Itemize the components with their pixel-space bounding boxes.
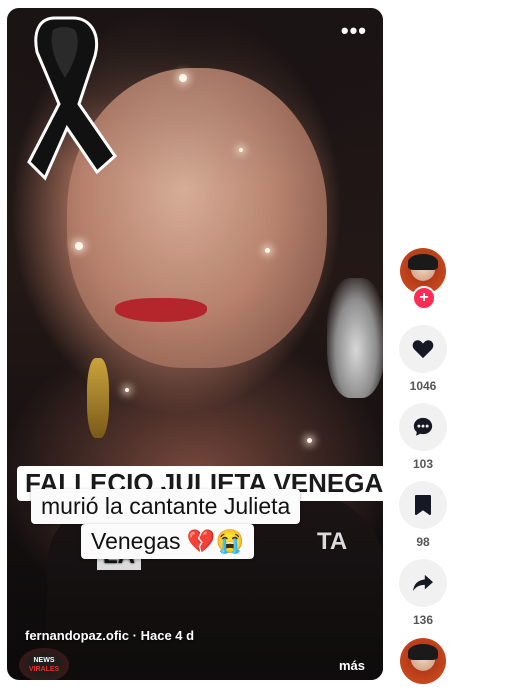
more-options-icon[interactable]: ••• bbox=[341, 20, 367, 42]
video-player[interactable]: ••• FALLECIO JULIETA VENEGAS LA TA murió… bbox=[7, 8, 383, 680]
author-name[interactable]: fernandopaz.ofic bbox=[25, 628, 129, 643]
news-virales-logo: NEWS VIRALES bbox=[19, 648, 69, 680]
logo-line-1: NEWS bbox=[33, 657, 55, 664]
bookmark-icon bbox=[415, 495, 431, 515]
sparkle bbox=[179, 74, 187, 82]
post-time: Hace 4 d bbox=[140, 628, 195, 643]
share-button[interactable] bbox=[399, 559, 447, 607]
caption-line-1: murió la cantante Julieta bbox=[31, 489, 301, 524]
sparkle bbox=[125, 388, 129, 392]
caption-line-2-text: Venegas bbox=[91, 528, 181, 554]
share-icon bbox=[413, 574, 433, 592]
follow-button[interactable]: + bbox=[412, 286, 436, 310]
sparkle bbox=[265, 248, 270, 253]
like-button[interactable] bbox=[399, 325, 447, 373]
video-subject-lips bbox=[115, 298, 207, 322]
avatar-hair bbox=[408, 644, 438, 660]
heart-icon bbox=[412, 340, 434, 359]
sound-avatar[interactable] bbox=[400, 638, 446, 684]
video-subject-earring bbox=[327, 278, 383, 398]
caption-line-2: Venegas 💔😭 bbox=[81, 524, 255, 559]
comment-icon bbox=[413, 417, 433, 436]
sparkle bbox=[307, 438, 312, 443]
sparkle bbox=[239, 148, 243, 152]
video-subject-earring-left bbox=[87, 358, 109, 438]
comment-count: 103 bbox=[412, 457, 434, 471]
save-count: 98 bbox=[416, 535, 430, 549]
save-button[interactable] bbox=[399, 481, 447, 529]
black-ribbon-icon bbox=[27, 16, 117, 181]
avatar-hair bbox=[408, 254, 438, 270]
share-count: 136 bbox=[412, 613, 434, 627]
caption-emoji: 💔😭 bbox=[186, 528, 245, 554]
like-count: 1046 bbox=[409, 379, 437, 393]
sparkle bbox=[75, 242, 83, 250]
video-author-line: fernandopaz.ofic · Hace 4 d bbox=[25, 628, 194, 643]
logo-line-2: VIRALES bbox=[28, 666, 60, 673]
separator: · bbox=[132, 628, 137, 643]
more-description-link[interactable]: más bbox=[339, 658, 365, 673]
caption-partial-right: TA bbox=[317, 528, 348, 555]
comment-button[interactable] bbox=[399, 403, 447, 451]
